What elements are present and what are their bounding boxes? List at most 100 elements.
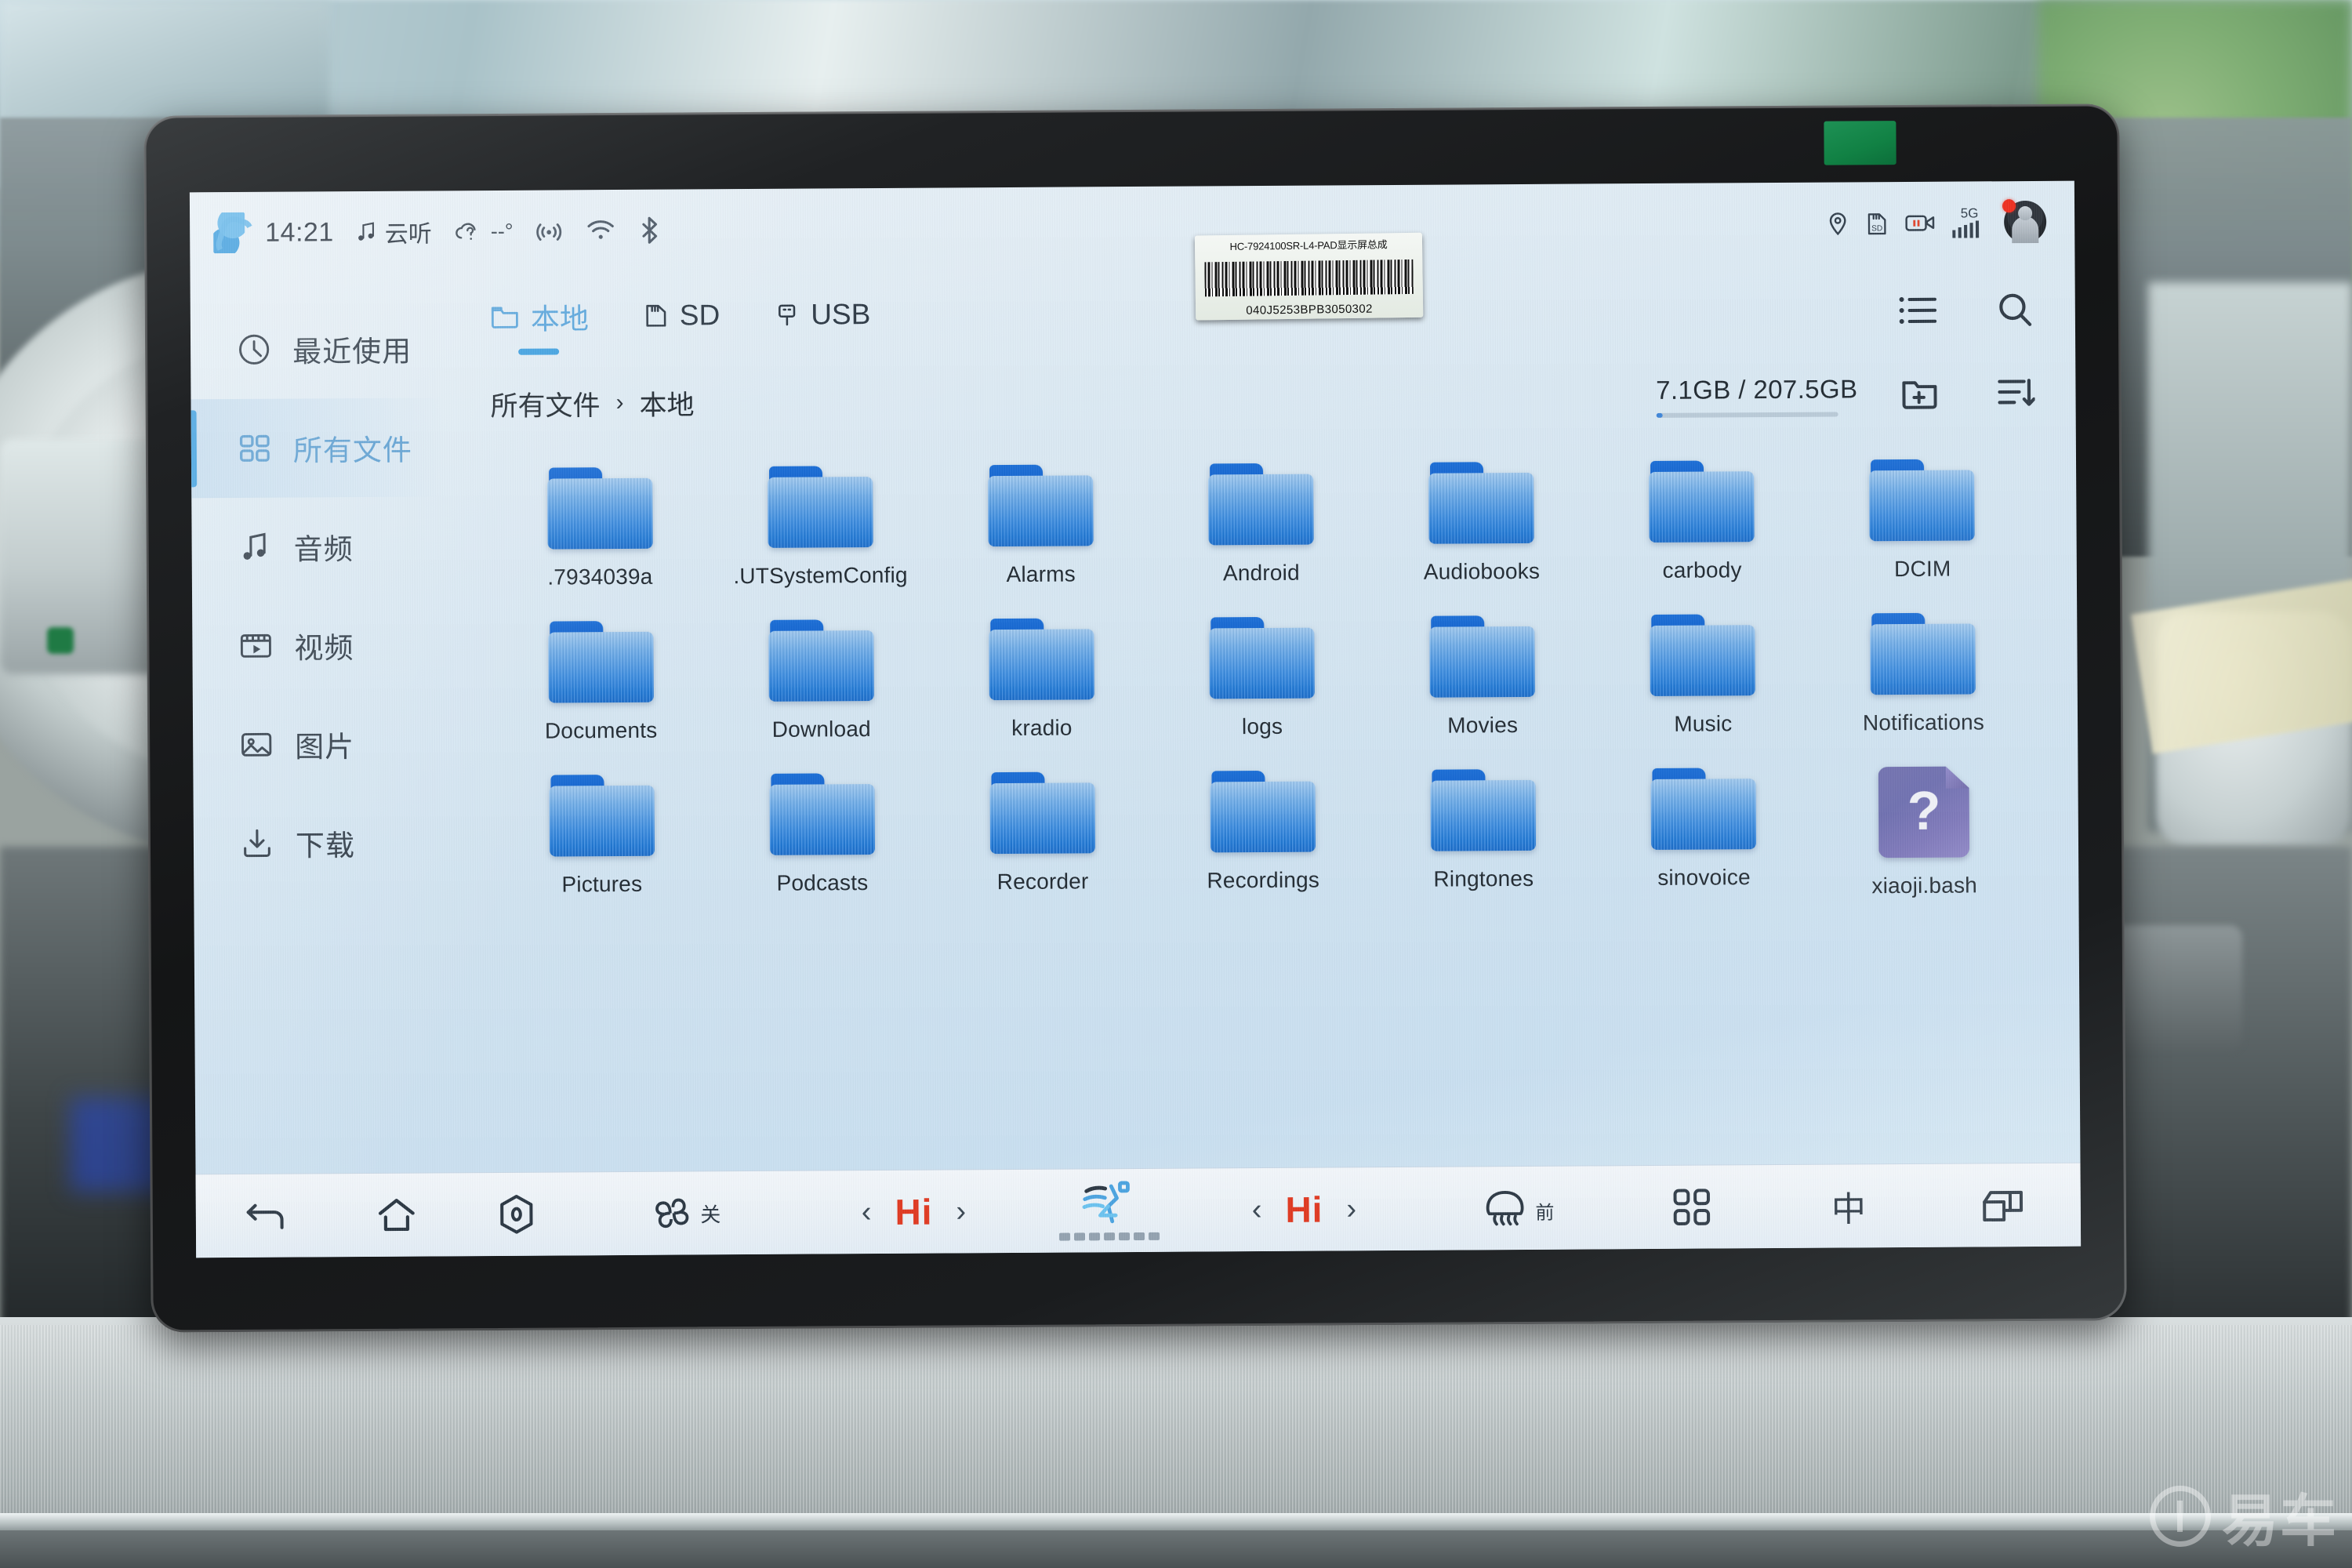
file-item[interactable]: kradio xyxy=(931,612,1152,742)
broadcast-icon[interactable] xyxy=(533,215,564,246)
file-name-label: xiaoji.bash xyxy=(1871,873,1978,898)
seat-airflow-icon xyxy=(1080,1181,1138,1226)
tab-usb[interactable]: USB xyxy=(775,298,870,336)
front-defrost-button[interactable]: 前 xyxy=(1425,1188,1613,1228)
file-item[interactable]: carbody xyxy=(1592,454,1813,584)
file-name-label: Documents xyxy=(544,717,658,743)
sidebar-item-label: 所有文件 xyxy=(292,434,413,467)
file-name-label: logs xyxy=(1241,713,1283,739)
file-name-label: carbody xyxy=(1662,557,1742,583)
file-item[interactable]: Documents xyxy=(490,614,711,744)
file-item[interactable]: .UTSystemConfig xyxy=(710,459,931,590)
tab-local[interactable]: 本地 xyxy=(490,295,589,343)
list-view-icon[interactable] xyxy=(1898,293,1939,328)
file-item[interactable]: Podcasts xyxy=(712,767,933,906)
content-area: 本地 SD USB 所有文件 › 本地 7.1GB / 207.5GB .793… xyxy=(443,263,2081,1173)
file-grid: .7934039a .UTSystemConfig Alarms Android Aud… xyxy=(463,432,2043,907)
sidebar-item-recent[interactable]: 最近使用 xyxy=(191,299,444,399)
chevron-right-icon[interactable]: › xyxy=(1346,1192,1356,1225)
avatar-silhouette xyxy=(2012,216,2039,244)
sidebar-item-downloads[interactable]: 下载 xyxy=(194,793,447,893)
new-folder-icon[interactable] xyxy=(1900,374,1939,412)
file-name-label: Recordings xyxy=(1207,867,1320,893)
file-item[interactable]: Audiobooks xyxy=(1371,455,1592,585)
chevron-left-icon[interactable]: ‹ xyxy=(862,1196,872,1229)
file-item[interactable]: Music xyxy=(1592,608,1813,738)
bluetooth-off-icon[interactable] xyxy=(637,216,662,245)
power-button[interactable] xyxy=(456,1193,577,1235)
folder-icon xyxy=(547,621,654,703)
dashcam-paused-icon[interactable] xyxy=(1905,212,1935,234)
cloud-unknown-icon xyxy=(452,217,487,245)
file-item[interactable]: ? xiaoji.bash xyxy=(1813,760,2034,899)
back-button[interactable] xyxy=(196,1198,337,1233)
toolbar-secondary xyxy=(1900,373,2039,412)
file-name-label: Alarms xyxy=(1006,561,1076,587)
search-icon[interactable] xyxy=(1995,290,2034,329)
chevron-right-icon: › xyxy=(615,389,624,416)
file-item[interactable]: Pictures xyxy=(491,768,712,907)
split-screen-button[interactable] xyxy=(1926,1187,2081,1224)
storage-indicator: 7.1GB / 207.5GB xyxy=(1656,374,1858,418)
sd-card-icon xyxy=(644,303,669,329)
sidebar-item-audio[interactable]: 音频 xyxy=(191,496,445,597)
file-item[interactable]: sinovoice xyxy=(1593,761,1814,901)
video-film-icon xyxy=(238,628,274,664)
sd-card-icon[interactable]: SD xyxy=(1866,210,1888,235)
folder-icon xyxy=(1650,768,1757,850)
barcode-graphic xyxy=(1204,259,1414,296)
temperature-value-right[interactable]: Hi xyxy=(1285,1189,1323,1231)
music-widget[interactable]: 云听 xyxy=(354,214,432,249)
clock-icon xyxy=(236,332,272,368)
fan-icon xyxy=(650,1195,694,1231)
folder-icon xyxy=(1649,460,1755,543)
file-item[interactable]: Android xyxy=(1150,456,1371,586)
user-avatar-icon[interactable] xyxy=(2002,199,2047,244)
qc-sticker xyxy=(1824,121,1896,165)
temperature-control-right: ‹ Hi › xyxy=(1184,1188,1425,1232)
file-item[interactable]: Download xyxy=(710,613,931,743)
weather-widget[interactable]: --° xyxy=(452,217,514,245)
temperature-value-left[interactable]: Hi xyxy=(895,1191,932,1233)
location-pin-icon[interactable] xyxy=(1827,210,1849,236)
file-name-label: Notifications xyxy=(1862,710,1985,735)
file-item[interactable]: logs xyxy=(1152,610,1373,740)
watermark-logo-icon xyxy=(2149,1485,2211,1547)
breadcrumb-current: 本地 xyxy=(639,389,695,421)
chevron-left-icon[interactable]: ‹ xyxy=(1252,1193,1262,1226)
ime-button[interactable]: 中 xyxy=(1771,1181,1926,1232)
file-item[interactable]: Recordings xyxy=(1152,764,1374,903)
sort-descending-icon[interactable] xyxy=(1995,373,2035,411)
folder-icon xyxy=(549,775,655,857)
temperature-control-left: ‹ Hi › xyxy=(793,1190,1034,1234)
apps-button[interactable] xyxy=(1612,1186,1771,1228)
s-brand-logo-icon xyxy=(213,212,245,254)
breadcrumb-root[interactable]: 所有文件 xyxy=(490,383,600,424)
wifi-icon[interactable] xyxy=(585,218,616,243)
file-name-label: .UTSystemConfig xyxy=(733,562,908,589)
app-grid-icon xyxy=(1671,1187,1712,1228)
file-item[interactable]: Alarms xyxy=(930,458,1151,588)
ime-label: 中 xyxy=(1831,1190,1867,1229)
file-item[interactable]: .7934039a xyxy=(489,460,710,590)
file-name-label: Audiobooks xyxy=(1423,558,1541,584)
file-item[interactable]: DCIM xyxy=(1812,452,2033,583)
seat-level-segment xyxy=(1088,1232,1100,1241)
file-name-label: Movies xyxy=(1447,713,1519,738)
folder-icon xyxy=(769,773,875,855)
grid-icon xyxy=(237,430,273,466)
fan-control[interactable]: 关 xyxy=(577,1195,793,1232)
chevron-right-icon[interactable]: › xyxy=(956,1195,966,1228)
file-item[interactable]: Recorder xyxy=(932,765,1153,905)
tab-sd[interactable]: SD xyxy=(644,299,720,337)
sidebar-item-pictures[interactable]: 图片 xyxy=(193,694,446,794)
file-item[interactable]: Ringtones xyxy=(1373,762,1594,902)
temperature-reading: --° xyxy=(490,219,514,243)
file-item[interactable]: Movies xyxy=(1372,608,1593,739)
sidebar-item-video[interactable]: 视频 xyxy=(192,595,445,695)
seat-level-segment xyxy=(1148,1232,1160,1240)
home-button[interactable] xyxy=(337,1196,456,1233)
sidebar-item-all-files[interactable]: 所有文件 xyxy=(191,397,445,499)
seat-airflow-control[interactable] xyxy=(1033,1181,1184,1241)
file-item[interactable]: Notifications xyxy=(1813,606,2034,736)
